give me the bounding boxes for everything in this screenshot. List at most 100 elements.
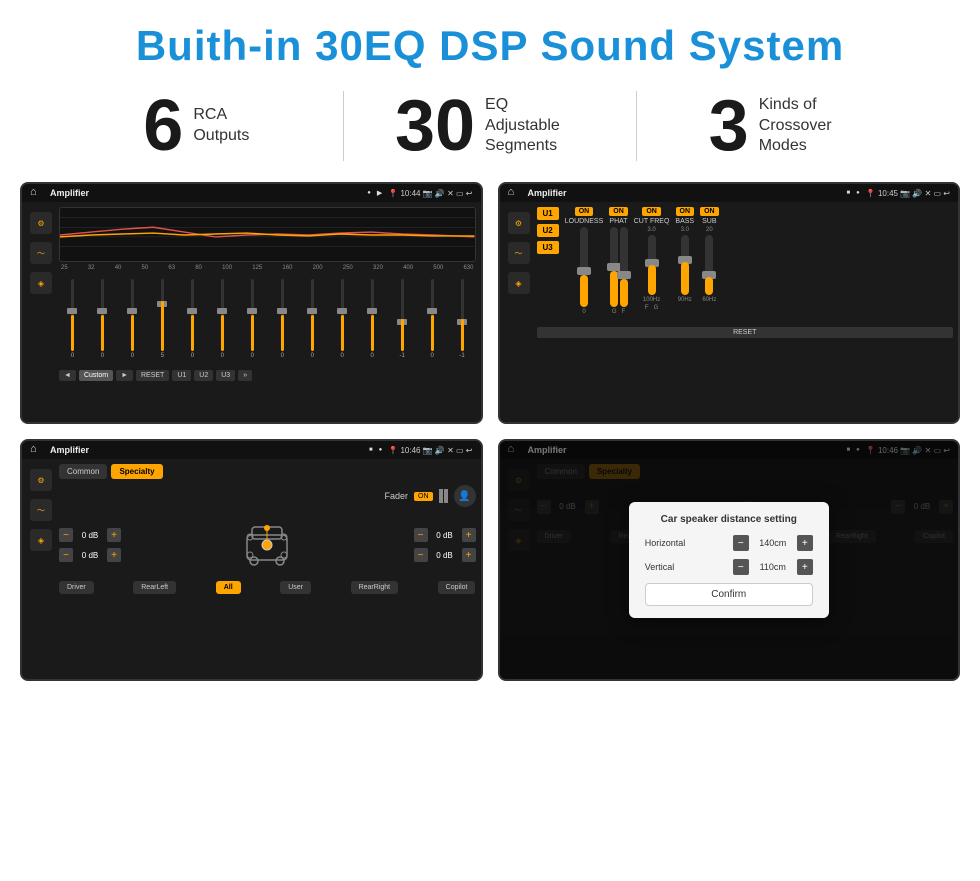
cutfreq-slider[interactable] — [648, 235, 656, 295]
eq-slider-13[interactable]: -1 — [449, 279, 476, 359]
stat-number-crossover: 3 — [709, 90, 749, 162]
eq-slider-2[interactable]: 0 — [119, 279, 146, 359]
left-speakers: − 0 dB + − 0 dB + — [59, 528, 121, 562]
screens-grid: ⌂ Amplifier ● ▶ 📍 10:44 📷 🔊 ✕ ▭ ↩ ⚙ 〜 ◈ — [0, 177, 980, 696]
stat-divider-1 — [343, 91, 344, 161]
eq-slider-8[interactable]: 0 — [299, 279, 326, 359]
dialog-screen: ⌂ Amplifier ■ ● 📍 10:46 📷 🔊 ✕ ▭ ↩ ⚙ 〜 ◈ … — [498, 439, 961, 681]
fader-avatar-btn[interactable]: 👤 — [454, 485, 476, 507]
right-bot-plus[interactable]: + — [462, 548, 476, 562]
bass-slider[interactable] — [681, 235, 689, 295]
eq-sidebar-btn-1[interactable]: ⚙ — [30, 212, 52, 234]
dialog-horizontal-minus[interactable]: − — [733, 535, 749, 551]
eq-u1-btn[interactable]: U1 — [172, 370, 191, 381]
crossover-screen-title: Amplifier — [528, 188, 841, 198]
crossover-u2-btn[interactable]: U2 — [537, 224, 559, 237]
fader-on-badge: ON — [414, 492, 433, 501]
dialog-vertical-label: Vertical — [645, 562, 675, 572]
phat-slider-2[interactable] — [620, 227, 628, 307]
right-bot-minus[interactable]: − — [414, 548, 428, 562]
left-top-minus[interactable]: − — [59, 528, 73, 542]
right-bot-ctrl: − 0 dB + — [414, 548, 476, 562]
eq-u2-btn[interactable]: U2 — [194, 370, 213, 381]
eq-status-bar: ⌂ Amplifier ● ▶ 📍 10:44 📷 🔊 ✕ ▭ ↩ — [22, 184, 481, 202]
eq-sidebar-btn-2[interactable]: 〜 — [30, 242, 52, 264]
fader-status-icons: 📍 10:46 📷 🔊 ✕ ▭ ↩ — [388, 446, 472, 455]
eq-status-dot: ● — [367, 190, 371, 196]
eq-prev-btn[interactable]: ◄ — [59, 370, 76, 381]
eq-slider-0[interactable]: 0 — [59, 279, 86, 359]
tab-common[interactable]: Common — [59, 464, 107, 479]
eq-custom-btn[interactable]: Custom — [79, 370, 113, 381]
fader-sidebar: ⚙ 〜 ◈ — [27, 464, 55, 674]
fader-screen: ⌂ Amplifier ■ ● 📍 10:46 📷 🔊 ✕ ▭ ↩ ⚙ 〜 ◈ … — [20, 439, 483, 681]
fader-all-btn[interactable]: All — [216, 581, 241, 594]
eq-slider-5[interactable]: 0 — [209, 279, 236, 359]
car-icon-center — [126, 515, 409, 575]
eq-slider-7[interactable]: 0 — [269, 279, 296, 359]
right-top-plus[interactable]: + — [462, 528, 476, 542]
home-icon[interactable]: ⌂ — [30, 186, 44, 200]
eq-freq-labels: 253240506380100125160200250320400500630 — [59, 265, 476, 271]
right-top-db: 0 dB — [431, 531, 459, 540]
fader-main-area: ⚙ 〜 ◈ Common Specialty Fader ON — [22, 459, 481, 679]
left-bot-plus[interactable]: + — [107, 548, 121, 562]
cutfreq-label: CUT FREQ — [634, 218, 670, 225]
fader-home-icon[interactable]: ⌂ — [30, 443, 44, 457]
crossover-sidebar-btn-1[interactable]: ⚙ — [508, 212, 530, 234]
eq-slider-10[interactable]: 0 — [359, 279, 386, 359]
eq-slider-11[interactable]: -1 — [389, 279, 416, 359]
cutfreq-on-badge: ON — [642, 207, 661, 216]
fader-status-dot: ■ — [369, 447, 373, 453]
speaker-grid: − 0 dB + − 0 dB + — [59, 515, 476, 575]
loudness-slider-1[interactable] — [580, 227, 588, 307]
eq-slider-4[interactable]: 0 — [179, 279, 206, 359]
left-top-db: 0 dB — [76, 531, 104, 540]
eq-slider-3[interactable]: 5 — [149, 279, 176, 359]
crossover-sidebar-btn-2[interactable]: 〜 — [508, 242, 530, 264]
fader-copilot-btn[interactable]: Copilot — [438, 581, 476, 594]
eq-play-btn[interactable]: ► — [116, 370, 133, 381]
stat-label-crossover: Kinds ofCrossover Modes — [759, 95, 859, 157]
fader-rearright-btn[interactable]: RearRight — [351, 581, 399, 594]
right-top-minus[interactable]: − — [414, 528, 428, 542]
phat-slider-1[interactable] — [610, 227, 618, 307]
dialog-horizontal-label: Horizontal — [645, 538, 686, 548]
left-bot-minus[interactable]: − — [59, 548, 73, 562]
fader-user-btn[interactable]: User — [280, 581, 311, 594]
eq-slider-1[interactable]: 0 — [89, 279, 116, 359]
fader-status-dot2: ● — [379, 447, 383, 453]
sub-slider[interactable] — [705, 235, 713, 295]
crossover-sidebar-btn-3[interactable]: ◈ — [508, 272, 530, 294]
crossover-status-dot2: ● — [856, 190, 860, 196]
dialog-vertical-minus[interactable]: − — [733, 559, 749, 575]
fader-driver-btn[interactable]: Driver — [59, 581, 94, 594]
stat-label-rca: RCAOutputs — [193, 105, 249, 147]
right-top-ctrl: − 0 dB + — [414, 528, 476, 542]
eq-reset-btn[interactable]: RESET — [136, 370, 169, 381]
eq-slider-6[interactable]: 0 — [239, 279, 266, 359]
fader-sidebar-btn-1[interactable]: ⚙ — [30, 469, 52, 491]
page-wrapper: Buith-in 30EQ DSP Sound System 6 RCAOutp… — [0, 0, 980, 696]
fader-tabs: Common Specialty — [59, 464, 476, 479]
crossover-u3-btn[interactable]: U3 — [537, 241, 559, 254]
eq-sidebar-btn-3[interactable]: ◈ — [30, 272, 52, 294]
dialog-horizontal-plus[interactable]: + — [797, 535, 813, 551]
dialog-confirm-button[interactable]: Confirm — [645, 583, 813, 606]
eq-slider-9[interactable]: 0 — [329, 279, 356, 359]
crossover-content: U1 U2 U3 ON LOUDNESS — [537, 207, 954, 417]
eq-expand-btn[interactable]: » — [238, 370, 252, 381]
fader-status-bar: ⌂ Amplifier ■ ● 📍 10:46 📷 🔊 ✕ ▭ ↩ — [22, 441, 481, 459]
left-top-plus[interactable]: + — [107, 528, 121, 542]
crossover-home-icon[interactable]: ⌂ — [508, 186, 522, 200]
fader-sidebar-btn-2[interactable]: 〜 — [30, 499, 52, 521]
fader-sidebar-btn-3[interactable]: ◈ — [30, 529, 52, 551]
stat-eq: 30 EQ AdjustableSegments — [354, 90, 627, 162]
tab-specialty[interactable]: Specialty — [111, 464, 162, 479]
eq-slider-12[interactable]: 0 — [419, 279, 446, 359]
eq-u3-btn[interactable]: U3 — [216, 370, 235, 381]
crossover-u1-btn[interactable]: U1 — [537, 207, 559, 220]
fader-rearleft-btn[interactable]: RearLeft — [133, 581, 176, 594]
dialog-vertical-plus[interactable]: + — [797, 559, 813, 575]
crossover-reset-btn[interactable]: RESET — [537, 327, 954, 338]
